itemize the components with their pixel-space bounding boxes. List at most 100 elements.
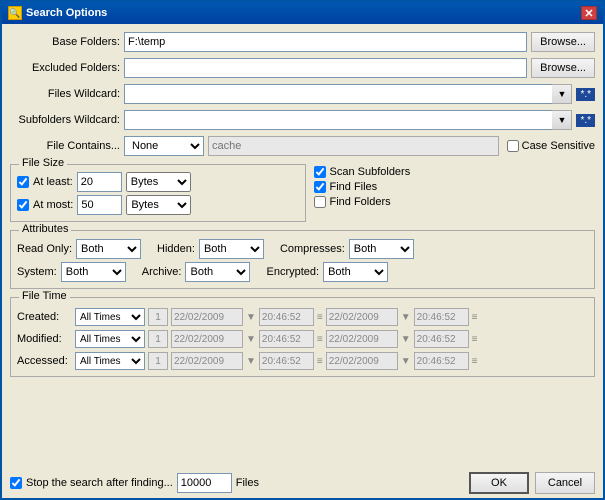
bottom-bar: Stop the search after finding... Files O… [2,468,603,498]
compresses-select[interactable]: BothYesNo [349,239,414,259]
subfolders-wildcard-input[interactable] [124,110,552,130]
case-sensitive-checkbox[interactable] [507,140,519,152]
files-label: Files [236,477,259,489]
at-most-input[interactable] [77,195,122,215]
base-folder-browse-button[interactable]: Browse... [531,32,595,52]
at-least-label: At least: [33,176,73,188]
base-folder-input[interactable] [124,32,527,52]
subfolders-wildcard-combo: ▼ [124,110,572,130]
accessed-num-input [148,352,168,370]
modified-date1-input [171,330,243,348]
find-files-checkbox[interactable] [314,181,326,193]
base-folders-row: Base Folders: Browse... [10,32,595,52]
created-date1-input [171,308,243,326]
modified-arr4: ≡ [472,334,478,345]
ok-button[interactable]: OK [469,472,529,494]
scan-subfolders-row: Scan Subfolders [314,166,596,178]
at-most-checkbox[interactable] [17,199,29,211]
attributes-group: Attributes Read Only: BothYesNo Hidden: … [10,230,595,289]
stop-label: Stop the search after finding... [26,477,173,489]
created-time-select[interactable]: All TimesLast HourLast Day [75,308,145,326]
accessed-label: Accessed: [17,355,72,367]
window-title: Search Options [26,7,107,19]
created-time1-input [259,308,314,326]
case-sensitive-row: Case Sensitive [507,140,595,152]
attrs-row2: System: BothYesNo Archive: BothYesNo Enc… [17,262,588,282]
accessed-date2-input [326,352,398,370]
excluded-folders-row: Excluded Folders: Browse... [10,58,595,78]
search-options-dialog: 🔍 Search Options ✕ Base Folders: Browse.… [0,0,605,500]
at-least-checkbox[interactable] [17,176,29,188]
accessed-time2-input [414,352,469,370]
hidden-label: Hidden: [157,243,195,255]
stop-value-input[interactable] [177,473,232,493]
subfolders-wildcard-row: Subfolders Wildcard: ▼ *.* [10,110,595,130]
excluded-folders-label: Excluded Folders: [10,62,120,74]
read-only-label: Read Only: [17,243,72,255]
scan-subfolders-label: Scan Subfolders [330,166,411,178]
files-wildcard-label: Files Wildcard: [10,88,120,100]
modified-row: Modified: All TimesLast HourLast Day ▼ ≡… [17,330,588,348]
modified-arr1: ▼ [246,334,256,345]
excluded-folder-browse-button[interactable]: Browse... [531,58,595,78]
case-sensitive-label: Case Sensitive [522,140,595,152]
encrypted-select[interactable]: BothYesNo [323,262,388,282]
created-arr3: ▼ [401,312,411,323]
files-wildcard-combo: ▼ [124,84,572,104]
find-files-row: Find Files [314,181,596,193]
find-folders-label: Find Folders [330,196,391,208]
files-wildcard-dropdown-arrow[interactable]: ▼ [552,84,572,104]
find-files-label: Find Files [330,181,378,193]
subfolders-wildcard-dropdown-arrow[interactable]: ▼ [552,110,572,130]
file-contains-select[interactable]: None Contains [124,136,204,156]
compresses-item: Compresses: BothYesNo [280,239,414,259]
system-label: System: [17,266,57,278]
stop-checkbox[interactable] [10,477,22,489]
archive-label: Archive: [142,266,182,278]
modified-num-input [148,330,168,348]
at-least-row: At least: BytesKBMB [17,172,299,192]
created-num-input [148,308,168,326]
read-only-select[interactable]: BothYesNo [76,239,141,259]
accessed-row: Accessed: All TimesLast HourLast Day ▼ ≡… [17,352,588,370]
system-select[interactable]: BothYesNo [61,262,126,282]
at-least-unit-select[interactable]: BytesKBMB [126,172,191,192]
accessed-date1-input [171,352,243,370]
accessed-time1-input [259,352,314,370]
at-most-unit-select[interactable]: BytesKBMB [126,195,191,215]
accessed-arr1: ▼ [246,356,256,367]
hidden-select[interactable]: BothYesNo [199,239,264,259]
cancel-button[interactable]: Cancel [535,472,595,494]
file-time-group: File Time Created: All TimesLast HourLas… [10,297,595,377]
modified-time-select[interactable]: All TimesLast HourLast Day [75,330,145,348]
file-contains-combo: None Contains [124,136,204,156]
modified-arr2: ≡ [317,334,323,345]
modified-time2-input [414,330,469,348]
ok-cancel-buttons: OK Cancel [469,472,595,494]
archive-select[interactable]: BothYesNo [185,262,250,282]
file-size-group: File Size At least: BytesKBMB At most: B… [10,164,306,222]
archive-item: Archive: BothYesNo [142,262,251,282]
title-bar: 🔍 Search Options ✕ [2,2,603,24]
window-icon: 🔍 [8,6,22,20]
close-button[interactable]: ✕ [581,6,597,20]
modified-label: Modified: [17,333,72,345]
files-wildcard-input[interactable] [124,84,552,104]
accessed-time-select[interactable]: All TimesLast HourLast Day [75,352,145,370]
at-least-input[interactable] [77,172,122,192]
file-size-legend: File Size [19,157,67,169]
files-wildcard-icon: *.* [576,88,595,101]
scan-subfolders-checkbox[interactable] [314,166,326,178]
size-options-row: File Size At least: BytesKBMB At most: B… [10,162,595,222]
modified-time1-input [259,330,314,348]
encrypted-label: Encrypted: [266,266,319,278]
read-only-item: Read Only: BothYesNo [17,239,141,259]
subfolders-wildcard-label: Subfolders Wildcard: [10,114,120,126]
find-folders-row: Find Folders [314,196,596,208]
find-folders-checkbox[interactable] [314,196,326,208]
excluded-folder-input[interactable] [124,58,527,78]
accessed-arr4: ≡ [472,356,478,367]
at-most-label: At most: [33,199,73,211]
subfolders-wildcard-icon: *.* [576,114,595,127]
encrypted-item: Encrypted: BothYesNo [266,262,388,282]
